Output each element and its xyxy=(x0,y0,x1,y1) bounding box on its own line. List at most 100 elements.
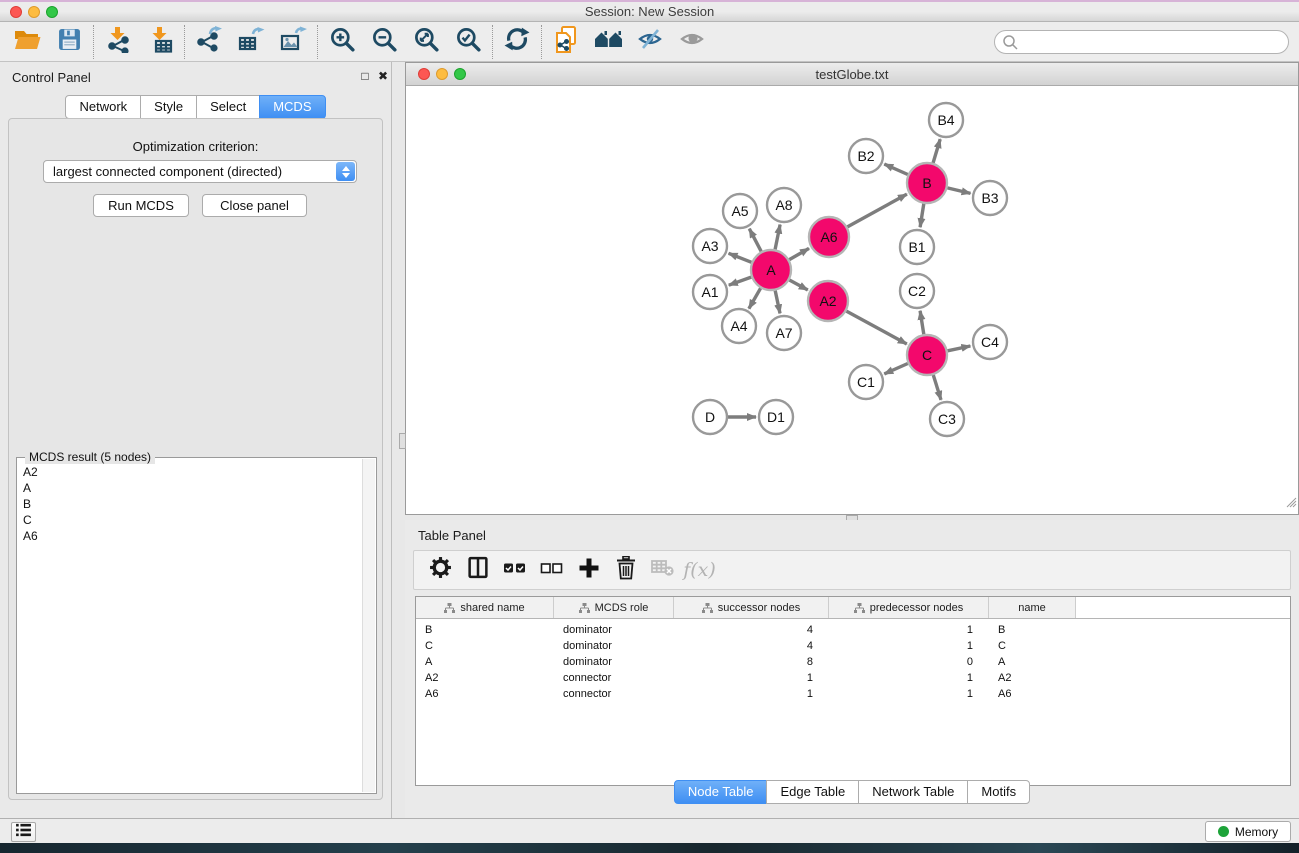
import-network-button[interactable] xyxy=(97,24,139,60)
zoom-out-button[interactable] xyxy=(363,24,405,60)
float-panel-icon[interactable]: □ xyxy=(357,69,373,83)
graph-edge-A-A8[interactable] xyxy=(775,225,780,250)
mcds-result-item[interactable]: C xyxy=(19,512,361,528)
graph-edge-A6-B[interactable] xyxy=(847,194,907,227)
graph-edge-C-C1[interactable] xyxy=(884,364,908,374)
network-window-titlebar[interactable]: testGlobe.txt xyxy=(406,63,1298,86)
graph-node-label: C3 xyxy=(938,411,956,427)
table-row[interactable]: Bdominator41B xyxy=(416,622,1290,638)
search-input[interactable] xyxy=(994,30,1289,54)
delete-table-button[interactable] xyxy=(644,553,681,587)
graph-edge-B-B3[interactable] xyxy=(947,188,970,194)
graph-edge-A-A6[interactable] xyxy=(789,248,809,259)
cell-name: A xyxy=(989,654,1076,670)
show-columns-button[interactable] xyxy=(459,553,496,587)
column-label: successor nodes xyxy=(718,602,801,614)
refresh-button[interactable] xyxy=(496,24,538,60)
table-row[interactable]: A2connector11A2 xyxy=(416,670,1290,686)
export-network-icon xyxy=(196,26,223,58)
mcds-result-list: A2ABCA6 xyxy=(19,464,361,791)
zoom-selected-button[interactable] xyxy=(447,24,489,60)
table-row[interactable]: Cdominator41C xyxy=(416,638,1290,654)
graph-edge-B-B1[interactable] xyxy=(920,204,924,228)
memory-button[interactable]: Memory xyxy=(1205,821,1291,842)
graph-edge-A-A5[interactable] xyxy=(749,229,761,252)
graph-edge-A-A7[interactable] xyxy=(775,291,780,314)
cell-mcds_role: connector xyxy=(554,686,674,702)
close-panel-icon[interactable]: ✖ xyxy=(375,69,391,83)
home-button[interactable] xyxy=(587,24,629,60)
zoom-fit-button[interactable] xyxy=(405,24,447,60)
tab-style[interactable]: Style xyxy=(140,95,197,119)
cell-shared_name: A xyxy=(416,654,554,670)
column-header-predecessor-nodes[interactable]: predecessor nodes xyxy=(829,597,989,618)
task-history-button[interactable] xyxy=(11,822,36,842)
delete-column-button[interactable] xyxy=(607,553,644,587)
result-scrollbar[interactable] xyxy=(362,459,375,792)
select-all-button[interactable] xyxy=(496,553,533,587)
column-header-name[interactable]: name xyxy=(989,597,1076,618)
column-header-shared-name[interactable]: shared name xyxy=(416,597,554,618)
cell-successor: 4 xyxy=(674,638,829,654)
window-titlebar[interactable]: Session: New Session xyxy=(0,0,1299,22)
tab-mcds[interactable]: MCDS xyxy=(259,95,325,119)
table-row[interactable]: Adominator80A xyxy=(416,654,1290,670)
graph-edge-A2-C[interactable] xyxy=(846,311,906,344)
graph-edge-A-A2[interactable] xyxy=(789,280,807,290)
mcds-result-item[interactable]: B xyxy=(19,496,361,512)
tab-motifs[interactable]: Motifs xyxy=(967,780,1030,804)
export-table-button[interactable] xyxy=(230,24,272,60)
graph-edge-A-A1[interactable] xyxy=(729,277,751,285)
mcds-result-item[interactable]: A2 xyxy=(19,464,361,480)
graph-edge-B-B2[interactable] xyxy=(884,164,908,174)
function-builder-button[interactable]: f(x) xyxy=(681,553,718,587)
graph-node-label: D1 xyxy=(767,409,785,425)
open-button[interactable] xyxy=(6,24,48,60)
toolbar-separator xyxy=(492,25,493,59)
column-header-MCDS-role[interactable]: MCDS role xyxy=(554,597,674,618)
show-graphics-button[interactable] xyxy=(671,24,713,60)
session-clone-button[interactable] xyxy=(545,24,587,60)
graph-edge-C-C2[interactable] xyxy=(920,311,924,335)
close-panel-button[interactable]: Close panel xyxy=(202,194,307,217)
run-mcds-button[interactable]: Run MCDS xyxy=(93,194,189,217)
graph-edge-A-A4[interactable] xyxy=(749,288,761,308)
table-settings-button[interactable] xyxy=(422,553,459,587)
resize-grip[interactable] xyxy=(1284,495,1297,513)
export-image-button[interactable] xyxy=(272,24,314,60)
cell-successor: 1 xyxy=(674,686,829,702)
graph-edge-C-C3[interactable] xyxy=(933,375,941,400)
network-canvas[interactable]: B4B2BB3A8A5A6A3B1AC2A1A2A4A7C4CC1DD1C3 xyxy=(406,86,1298,514)
table-header-row: shared nameMCDS role successor nodes prede… xyxy=(416,597,1290,619)
graph-edge-C-C4[interactable] xyxy=(948,346,971,351)
import-table-button[interactable] xyxy=(139,24,181,60)
zoom-in-button[interactable] xyxy=(321,24,363,60)
attribute-type-icon xyxy=(444,603,455,613)
tab-network-table[interactable]: Network Table xyxy=(858,780,968,804)
graph-edge-B-B4[interactable] xyxy=(933,139,940,163)
export-network-button[interactable] xyxy=(188,24,230,60)
add-column-button[interactable] xyxy=(570,553,607,587)
tab-network[interactable]: Network xyxy=(65,95,141,119)
desktop-wallpaper xyxy=(0,843,1299,853)
table-row[interactable]: A6connector11A6 xyxy=(416,686,1290,702)
tab-node-table[interactable]: Node Table xyxy=(674,780,768,804)
save-button[interactable] xyxy=(48,24,90,60)
graph-edge-A-A3[interactable] xyxy=(729,253,752,262)
tab-select[interactable]: Select xyxy=(196,95,260,119)
network-window-title: testGlobe.txt xyxy=(406,67,1298,82)
optimization-criterion-select[interactable]: largest connected component (directed) xyxy=(43,160,357,183)
cell-name: C xyxy=(989,638,1076,654)
table-panel: Table Panel □ ✖ f(x) shared nameMCDS rol… xyxy=(405,520,1299,818)
column-header-successor-nodes[interactable]: successor nodes xyxy=(674,597,829,618)
mcds-result-item[interactable]: A xyxy=(19,480,361,496)
graph-node-label: A2 xyxy=(819,293,836,309)
column-header-filler xyxy=(1076,597,1290,618)
splitter-handle[interactable] xyxy=(399,433,406,449)
unselect-all-button[interactable] xyxy=(533,553,570,587)
hide-labels-button[interactable] xyxy=(629,24,671,60)
show-graphics-icon xyxy=(679,27,705,56)
tab-edge-table[interactable]: Edge Table xyxy=(766,780,859,804)
window-title: Session: New Session xyxy=(0,4,1299,19)
mcds-result-item[interactable]: A6 xyxy=(19,528,361,544)
